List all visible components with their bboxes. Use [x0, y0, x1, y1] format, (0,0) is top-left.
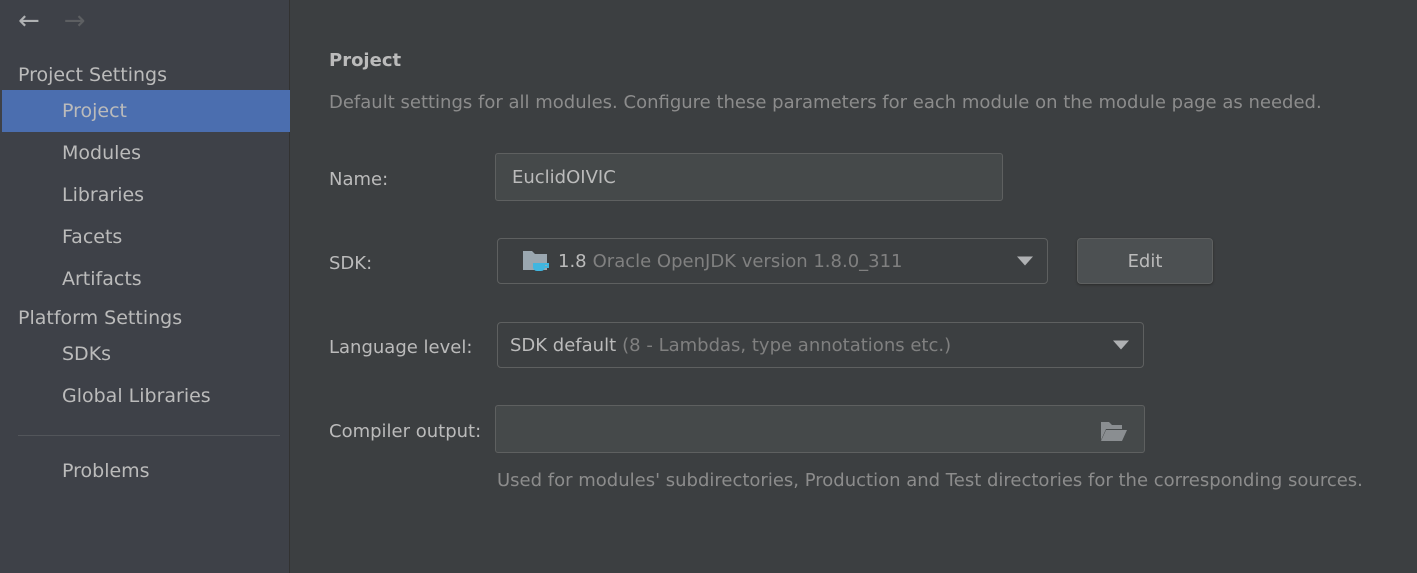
sdk-dropdown[interactable]: 1.8 Oracle OpenJDK version 1.8.0_311 — [497, 238, 1048, 284]
sidebar-item-modules[interactable]: Modules — [2, 132, 290, 174]
main-panel: Project Default settings for all modules… — [291, 0, 1417, 573]
language-level-label: Language level: — [329, 337, 473, 358]
sidebar-item-sdks[interactable]: SDKs — [2, 333, 290, 375]
sdk-detail: Oracle OpenJDK version 1.8.0_311 — [592, 250, 903, 272]
back-arrow-icon[interactable]: ← — [18, 6, 40, 36]
forward-arrow-icon[interactable]: → — [64, 6, 86, 36]
language-level-dropdown[interactable]: SDK default (8 - Lambdas, type annotation… — [497, 322, 1144, 368]
sdk-label: SDK: — [329, 253, 373, 274]
sidebar-item-project[interactable]: Project — [2, 90, 290, 132]
nav-buttons: ← → — [18, 6, 110, 36]
language-level-value: SDK default — [510, 334, 617, 356]
sidebar-item-facets[interactable]: Facets — [2, 216, 290, 258]
chevron-down-icon — [1017, 256, 1033, 266]
compiler-output-label: Compiler output: — [329, 421, 482, 442]
compiler-output-hint: Used for modules' subdirectories, Produc… — [497, 470, 1363, 491]
name-input[interactable]: EuclidOIVIC — [495, 153, 1003, 201]
jdk-folder-icon — [523, 251, 549, 271]
project-settings-header: Project Settings — [18, 64, 167, 86]
sidebar-item-problems[interactable]: Problems — [2, 450, 290, 492]
edit-sdk-button[interactable]: Edit — [1077, 238, 1213, 284]
platform-settings-header: Platform Settings — [18, 307, 183, 329]
sidebar-item-artifacts[interactable]: Artifacts — [2, 258, 290, 300]
sidebar-item-global-libraries[interactable]: Global Libraries — [2, 375, 290, 417]
sdk-version: 1.8 — [558, 250, 587, 272]
language-level-detail: (8 - Lambdas, type annotations etc.) — [622, 334, 952, 356]
name-value: EuclidOIVIC — [512, 166, 616, 188]
page-title: Project — [329, 50, 402, 71]
sidebar-item-libraries[interactable]: Libraries — [2, 174, 290, 216]
sidebar-divider — [18, 435, 280, 436]
browse-folder-icon[interactable] — [1100, 420, 1128, 442]
compiler-output-input[interactable] — [495, 405, 1145, 453]
chevron-down-icon — [1113, 340, 1129, 350]
page-description: Default settings for all modules. Config… — [329, 92, 1322, 113]
name-label: Name: — [329, 169, 389, 190]
sidebar: ← → Project Settings Project Modules Libr… — [0, 0, 290, 573]
